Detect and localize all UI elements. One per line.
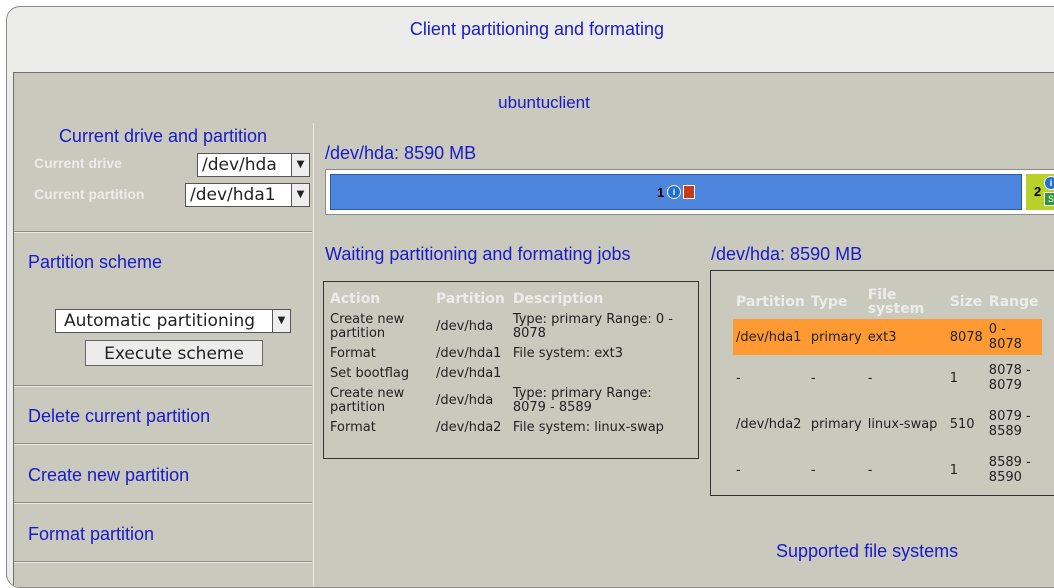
- partitions-heading: /dev/hda: 8590 MB: [711, 244, 863, 264]
- jobs-table: Action Partition Description Create new …: [323, 281, 699, 459]
- partition-cell: -: [736, 462, 741, 478]
- fs-cell: -: [867, 370, 873, 386]
- partition-scheme-select[interactable]: Automatic partitioning ▼: [55, 309, 291, 333]
- window-title: Client partitioning and formating: [409, 19, 665, 39]
- divider: [14, 385, 312, 387]
- table-row: Set bootflag /dev/hda1: [326, 364, 687, 384]
- sidebar: Current drive and partition Current driv…: [14, 123, 312, 583]
- fs-cell: linux-swap: [867, 416, 938, 432]
- current-partition-select[interactable]: /dev/hda1 ▼: [185, 183, 310, 207]
- job-description: File system: linux-swap: [512, 420, 664, 435]
- size-cell: 1: [949, 462, 958, 478]
- partition-cell: /dev/hda1: [733, 319, 808, 355]
- current-drive-value: /dev/hda: [202, 155, 277, 175]
- sidebar-border: [313, 123, 314, 587]
- range-cell: 8079 - 8589: [988, 409, 1031, 439]
- format-partition-link[interactable]: Format partition: [28, 524, 154, 545]
- job-action: Format: [330, 346, 376, 361]
- info-icon[interactable]: i: [1044, 176, 1054, 190]
- partition-segment-1[interactable]: 1 i: [330, 174, 1022, 210]
- col-header: File system: [867, 287, 925, 317]
- divider: [14, 561, 312, 563]
- disk-bar: 1 i 2 i S: [325, 169, 1054, 215]
- partition-cell: -: [736, 370, 741, 386]
- execute-scheme-button[interactable]: Execute scheme: [85, 340, 263, 366]
- jobs-heading: Waiting partitioning and formating jobs: [325, 244, 631, 264]
- segment-number: 1: [657, 185, 665, 200]
- type-cell: primary: [807, 319, 865, 355]
- current-partition-label: Current partition: [34, 186, 145, 202]
- col-header: Partition: [436, 291, 505, 307]
- job-description: Type: primary Range: 0 - 8078: [512, 312, 674, 341]
- range-cell: 0 - 8078: [985, 319, 1042, 355]
- range-cell: 8589 - 8590: [988, 455, 1031, 485]
- type-cell: -: [810, 462, 816, 478]
- host-name: ubuntuclient: [498, 93, 590, 112]
- chevron-down-icon: ▼: [291, 184, 309, 206]
- disk-heading: /dev/hda: 8590 MB: [325, 143, 477, 163]
- col-header: Type: [810, 294, 848, 310]
- size-cell: 510: [949, 416, 975, 432]
- main-panel: ubuntuclient Current drive and partition…: [13, 72, 1054, 587]
- partition-row-selected[interactable]: /dev/hda1 primary ext3 8078 0 - 8078: [733, 319, 1042, 355]
- delete-icon[interactable]: [683, 185, 695, 199]
- partition-row[interactable]: - - - 1 8589 - 8590: [733, 447, 1042, 493]
- table-row: Format /dev/hda1 File system: ext3: [326, 344, 687, 364]
- current-drive-label: Current drive: [34, 155, 122, 171]
- current-drive-select[interactable]: /dev/hda ▼: [197, 153, 310, 177]
- job-partition: /dev/hda: [436, 393, 494, 408]
- partition-cell: /dev/hda2: [736, 416, 802, 432]
- delete-partition-link[interactable]: Delete current partition: [28, 406, 210, 427]
- app-window: Client partitioning and formating ubuntu…: [6, 6, 1054, 588]
- divider: [14, 443, 312, 445]
- job-action: Create new partition: [330, 386, 405, 415]
- job-action: Set bootflag: [330, 366, 410, 381]
- col-header: Description: [512, 291, 604, 307]
- info-icon[interactable]: i: [667, 185, 681, 199]
- chevron-down-icon: ▼: [272, 310, 290, 332]
- create-partition-link[interactable]: Create new partition: [28, 465, 189, 486]
- chevron-down-icon: ▼: [291, 154, 309, 176]
- size-cell: 1: [949, 370, 958, 386]
- fs-cell: ext3: [864, 319, 947, 355]
- col-header: Partition: [736, 294, 805, 310]
- table-row: Create new partition /dev/hda Type: prim…: [326, 310, 687, 344]
- job-partition: /dev/hda1: [436, 366, 502, 381]
- divider: [14, 231, 312, 233]
- job-action: Create new partition: [330, 312, 405, 341]
- partition-row[interactable]: - - - 1 8078 - 8079: [733, 355, 1042, 401]
- col-header: Size: [949, 294, 983, 310]
- job-partition: /dev/hda2: [436, 420, 502, 435]
- job-partition: /dev/hda1: [436, 346, 502, 361]
- format-icon[interactable]: S: [1044, 192, 1054, 206]
- current-partition-value: /dev/hda1: [190, 185, 276, 205]
- partitions-table: Partition Type File system Size Range /d…: [710, 270, 1054, 496]
- type-cell: -: [810, 370, 816, 386]
- fs-cell: -: [867, 462, 873, 478]
- table-row: Format /dev/hda2 File system: linux-swap: [326, 418, 687, 438]
- divider: [14, 502, 312, 504]
- partition-row[interactable]: /dev/hda2 primary linux-swap 510 8079 - …: [733, 401, 1042, 447]
- current-drive-heading: Current drive and partition: [58, 126, 268, 146]
- type-cell: primary: [810, 416, 862, 432]
- table-row: Create new partition /dev/hda Type: prim…: [326, 384, 687, 418]
- range-cell: 8078 - 8079: [988, 363, 1031, 393]
- partition-scheme-value: Automatic partitioning: [64, 311, 256, 331]
- col-header: Action: [330, 291, 381, 307]
- job-description: [509, 364, 687, 384]
- size-cell: 8078: [946, 319, 986, 355]
- job-description: File system: ext3: [512, 346, 624, 361]
- job-action: Format: [330, 420, 376, 435]
- job-description: Type: primary Range: 8079 - 8589: [512, 386, 652, 415]
- col-header: Range: [988, 294, 1039, 310]
- partition-scheme-label: Partition scheme: [28, 252, 163, 272]
- partition-segment-2[interactable]: 2 i S: [1026, 174, 1054, 210]
- filesystems-heading: Supported file systems: [776, 541, 959, 561]
- segment-number: 2: [1034, 184, 1042, 199]
- job-partition: /dev/hda: [436, 319, 494, 334]
